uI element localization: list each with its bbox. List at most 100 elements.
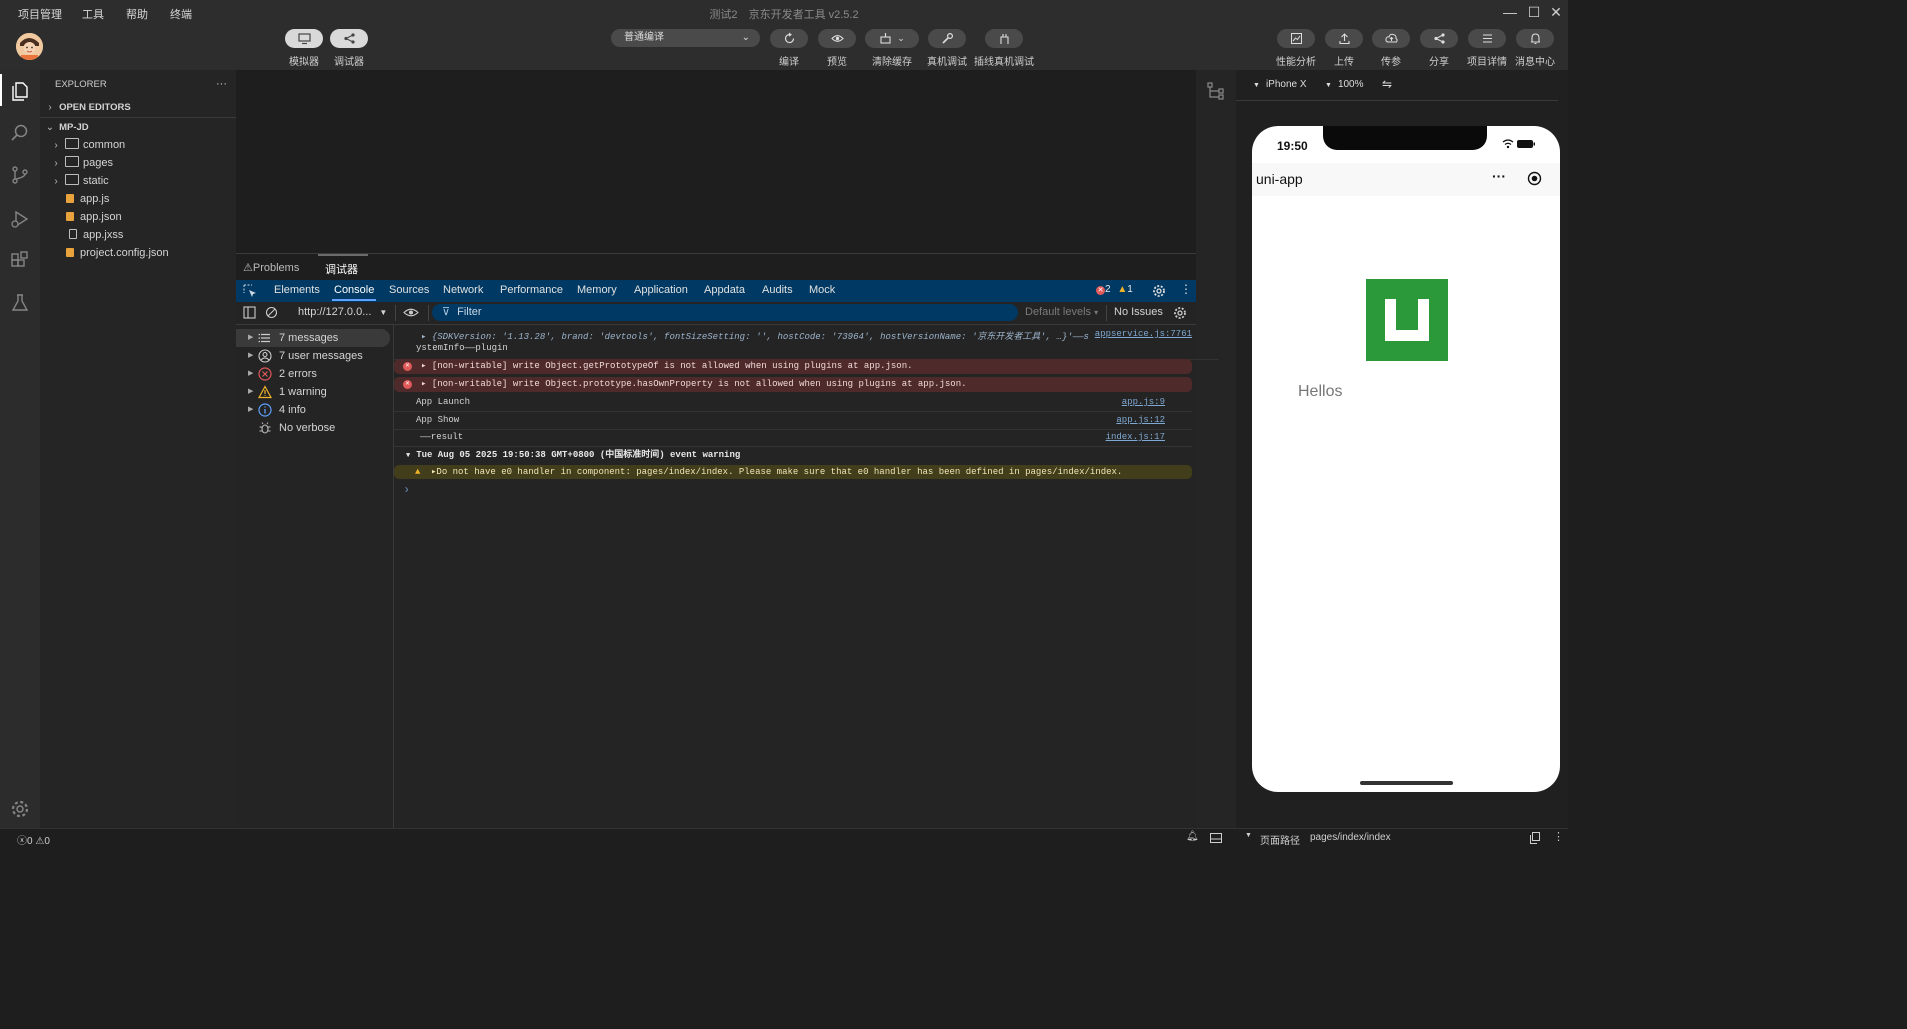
copy-icon[interactable] bbox=[1530, 832, 1540, 844]
source-control-icon[interactable] bbox=[9, 164, 31, 186]
inspect-element-icon[interactable] bbox=[243, 284, 257, 298]
project-details-button[interactable] bbox=[1468, 29, 1506, 48]
preview-button[interactable] bbox=[818, 29, 856, 48]
open-editors-section[interactable]: › OPEN EDITORS bbox=[44, 98, 130, 116]
tree-folder-static[interactable]: › static bbox=[50, 172, 109, 190]
caret-down-icon[interactable]: ▼ bbox=[1245, 832, 1252, 839]
more-vertical-icon[interactable]: ⋮ bbox=[1553, 830, 1564, 843]
console-sidebar: ▶ 7 messages ▶ 7 user messages ▶ 2 error… bbox=[236, 325, 394, 828]
upload-button[interactable] bbox=[1325, 29, 1363, 48]
debugger-toggle-button[interactable] bbox=[330, 29, 368, 48]
files-icon[interactable] bbox=[9, 80, 31, 102]
tree-file-project-config[interactable]: project.config.json bbox=[64, 244, 169, 262]
log-error-entry[interactable]: ✕ ▸ [non-writable] write Object.getProto… bbox=[394, 359, 1192, 374]
clear-cache-button[interactable]: ⌄ bbox=[865, 29, 919, 48]
live-expression-eye-icon[interactable] bbox=[403, 306, 419, 319]
close-icon[interactable]: ✕ bbox=[1548, 4, 1564, 20]
context-select[interactable]: http://127.0.0... ▼ bbox=[298, 306, 387, 318]
filter-warnings[interactable]: ▶ 1 warning bbox=[236, 383, 390, 401]
panel-layout-icon[interactable] bbox=[1210, 833, 1222, 843]
avatar[interactable] bbox=[16, 33, 43, 60]
console-prompt[interactable]: › bbox=[394, 482, 1201, 498]
editor-area[interactable] bbox=[236, 70, 1196, 253]
log-entry[interactable]: App Show app.js:12 bbox=[394, 413, 1192, 430]
device-select[interactable]: ▼ iPhone X bbox=[1253, 79, 1307, 90]
console-settings-icon[interactable] bbox=[1173, 306, 1187, 320]
performance-button[interactable] bbox=[1277, 29, 1315, 48]
filter-user-messages[interactable]: ▶ 7 user messages bbox=[236, 347, 390, 365]
share-button[interactable] bbox=[1420, 29, 1458, 48]
tree-file-app-jxss[interactable]: app.jxss bbox=[67, 226, 123, 244]
log-error-entry[interactable]: ✕ ▸ [non-writable] write Object.prototyp… bbox=[394, 377, 1192, 392]
error-count-badge[interactable]: ✕ 2 ▲1 bbox=[1096, 284, 1133, 295]
search-icon[interactable] bbox=[9, 122, 31, 144]
source-link[interactable]: app.js:12 bbox=[1116, 413, 1165, 428]
problems-status[interactable]: ⓧ0 ⚠0 bbox=[17, 832, 50, 847]
tab-network[interactable]: Network bbox=[443, 284, 483, 296]
filter-info[interactable]: ▶ 4 info bbox=[236, 401, 390, 419]
push-button[interactable] bbox=[1372, 29, 1410, 48]
device-value: iPhone X bbox=[1265, 79, 1307, 90]
kebab-menu-icon[interactable]: ⋮ bbox=[1180, 282, 1192, 296]
tab-problems[interactable]: ⚠Problems bbox=[243, 261, 299, 274]
tab-console[interactable]: Console bbox=[331, 284, 377, 301]
caret-down-icon: ▼ bbox=[1325, 82, 1332, 89]
project-root[interactable]: ⌄ MP-JD bbox=[44, 118, 89, 136]
tab-audits[interactable]: Audits bbox=[762, 284, 793, 296]
sidebar-toggle-icon[interactable] bbox=[243, 306, 256, 319]
log-entry[interactable]: App Launch app.js:9 bbox=[394, 395, 1192, 412]
tree-folder-common[interactable]: › common bbox=[50, 136, 125, 154]
maximize-icon[interactable]: ☐ bbox=[1526, 4, 1542, 20]
zoom-select[interactable]: ▼ 100% bbox=[1325, 79, 1364, 90]
log-entry[interactable]: ▸ {SDKVersion: '1.13.28', brand: 'devtoo… bbox=[394, 329, 1219, 360]
clear-console-icon[interactable] bbox=[265, 306, 278, 319]
tab-appdata[interactable]: Appdata bbox=[704, 284, 745, 296]
filter-verbose[interactable]: No verbose bbox=[236, 419, 390, 437]
tab-memory[interactable]: Memory bbox=[577, 284, 617, 296]
caret-down-icon: ▼ bbox=[379, 308, 388, 317]
source-link[interactable]: app.js:9 bbox=[1122, 395, 1165, 410]
tree-structure-icon[interactable] bbox=[1207, 82, 1225, 100]
bell-icon bbox=[1530, 33, 1540, 45]
tab-elements[interactable]: Elements bbox=[274, 284, 320, 296]
log-warning-entry[interactable]: ▲ ▸Do not have e0 handler in component: … bbox=[394, 465, 1192, 479]
home-indicator bbox=[1360, 781, 1453, 785]
real-device-debug-button[interactable] bbox=[928, 29, 966, 48]
compile-mode-select[interactable]: 普通编译 ⌄ bbox=[611, 29, 760, 47]
source-link[interactable]: index.js:17 bbox=[1106, 430, 1165, 445]
warning-outline-icon: ⚠ bbox=[243, 262, 253, 274]
close-capsule-icon[interactable] bbox=[1527, 171, 1542, 186]
more-dots-icon[interactable]: ··· bbox=[1492, 168, 1506, 184]
message-center-button[interactable] bbox=[1516, 29, 1554, 48]
wired-debug-button[interactable] bbox=[985, 29, 1023, 48]
chevron-right-icon: › bbox=[54, 158, 58, 169]
gear-icon[interactable] bbox=[9, 798, 31, 820]
console-filter-input[interactable]: ⊽ Filter bbox=[432, 304, 1018, 321]
compile-button[interactable] bbox=[770, 29, 808, 48]
tab-mock[interactable]: Mock bbox=[809, 284, 835, 296]
tree-file-app-json[interactable]: app.json bbox=[64, 208, 122, 226]
settings-icon[interactable] bbox=[1152, 284, 1166, 298]
tree-folder-pages[interactable]: › pages bbox=[50, 154, 113, 172]
minimize-icon[interactable]: — bbox=[1502, 4, 1518, 20]
extensions-icon[interactable] bbox=[9, 250, 31, 272]
log-group-header[interactable]: ▼ Tue Aug 05 2025 19:50:38 GMT+0800 (中国标准… bbox=[394, 447, 1192, 464]
flask-icon[interactable] bbox=[9, 292, 31, 314]
tab-sources[interactable]: Sources bbox=[389, 284, 429, 296]
run-debug-icon[interactable] bbox=[9, 208, 31, 230]
tree-file-app-js[interactable]: app.js bbox=[64, 190, 109, 208]
tab-application[interactable]: Application bbox=[634, 284, 688, 296]
tab-performance[interactable]: Performance bbox=[500, 284, 563, 296]
filter-all-messages[interactable]: ▶ 7 messages bbox=[236, 329, 390, 347]
tab-debugger[interactable]: 调试器 bbox=[325, 261, 358, 277]
issues-counter[interactable]: No Issues bbox=[1114, 306, 1163, 318]
eye-icon bbox=[830, 35, 844, 42]
source-link[interactable]: appservice.js:7761 bbox=[1095, 329, 1192, 339]
log-levels-select[interactable]: Default levels ▾ bbox=[1025, 306, 1098, 318]
notification-bell-icon[interactable]: 🔔︎ bbox=[1186, 831, 1199, 842]
simulator-toggle-button[interactable] bbox=[285, 29, 323, 48]
log-entry[interactable]: ——result index.js:17 bbox=[394, 430, 1192, 447]
rotate-icon[interactable]: ⇋ bbox=[1382, 77, 1392, 91]
more-actions-icon[interactable]: ··· bbox=[216, 78, 227, 90]
filter-errors[interactable]: ▶ 2 errors bbox=[236, 365, 390, 383]
